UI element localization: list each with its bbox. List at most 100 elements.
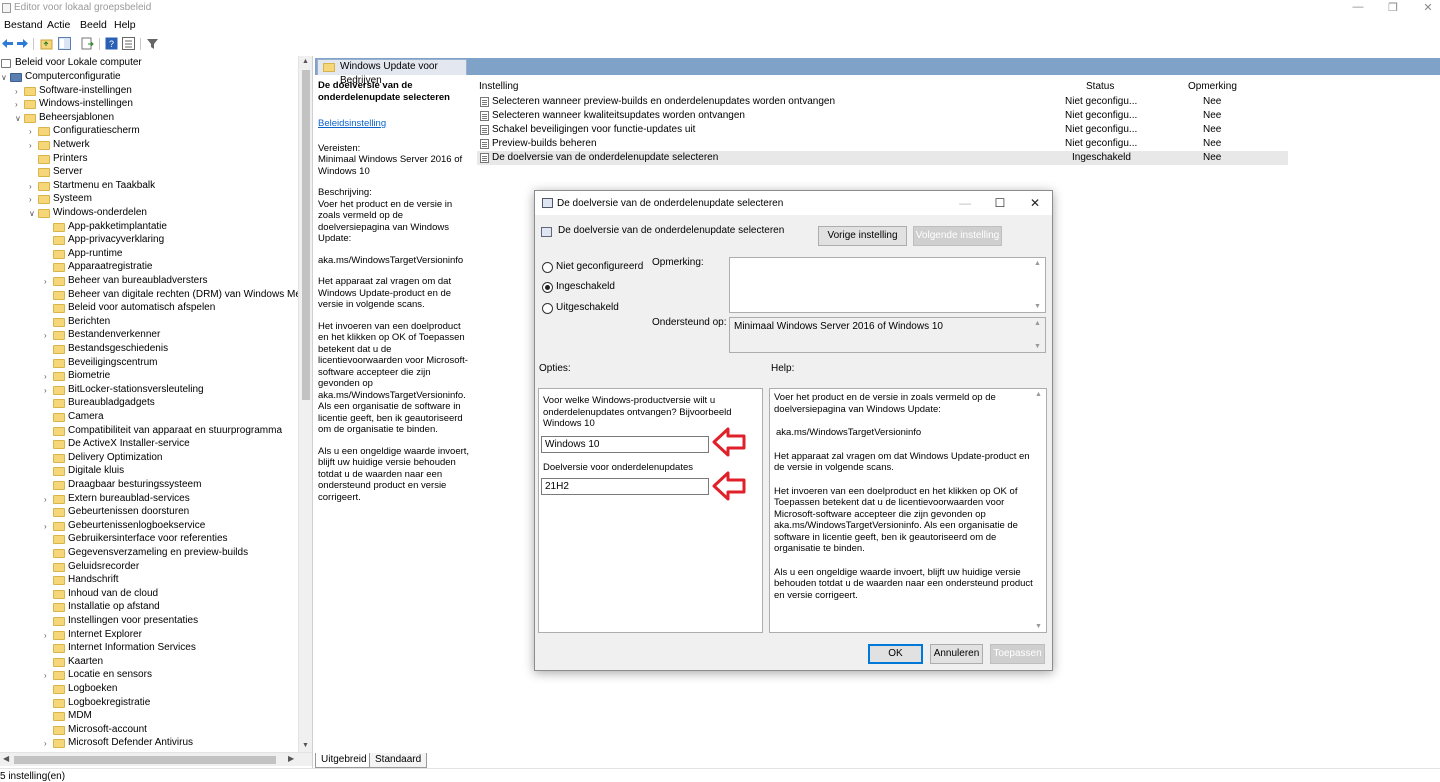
scroll-down-icon[interactable]: ▼ [1035,623,1042,630]
show-tree-icon[interactable] [58,37,71,50]
radio-not-configured-label[interactable]: Niet geconfigureerd [556,261,643,272]
next-setting-button[interactable]: Volgende instelling [913,226,1002,246]
collapse-icon[interactable]: ∨ [29,207,37,220]
tree-item-label: Handschrift [68,574,119,586]
setting-row[interactable]: Schakel beveiligingen voor functie-updat… [477,123,1288,137]
expand-icon[interactable]: › [44,329,52,342]
scroll-down-icon[interactable]: ▼ [1034,303,1041,310]
expand-icon[interactable]: › [44,370,52,383]
tree-item-label: Biometrie [68,370,111,382]
expand-icon[interactable]: › [44,384,52,397]
remark-scrollbar[interactable]: ▲ ▼ [1032,258,1045,312]
column-header-status[interactable]: Status [1086,81,1114,92]
setting-status: Niet geconfigu... [1065,110,1138,121]
product-version-input[interactable]: Windows 10 [541,436,709,453]
radio-disabled[interactable] [542,303,553,314]
option-question: Voor welke Windows-productversie wilt u … [543,395,732,429]
collapse-icon[interactable]: ∨ [15,112,23,125]
export-list-icon[interactable] [81,37,94,50]
minimize-button[interactable]: — [1351,1,1365,15]
scroll-down-icon[interactable]: ▼ [1034,343,1041,350]
tree-vertical-scrollbar[interactable]: ▲ ▼ [298,56,312,752]
expand-icon[interactable]: › [44,493,52,506]
tree-item-label: Systeem [53,193,92,205]
scroll-left-icon[interactable]: ◀ [3,754,9,763]
setting-row[interactable]: Preview-builds beheren Niet geconfigu...… [477,137,1288,151]
dialog-maximize-button[interactable]: ☐ [991,195,1009,211]
scroll-up-icon[interactable]: ▲ [1034,260,1041,267]
folder-icon [53,372,65,382]
dialog-subtitle: De doelversie van de onderdelenupdate se… [558,225,785,236]
help-icon[interactable]: ? [105,37,118,50]
expand-icon[interactable]: › [29,193,37,206]
description-p1: Het apparaat zal vragen om dat Windows U… [318,276,452,310]
tree-item-label: Internet Information Services [68,642,196,654]
radio-disabled-label[interactable]: Uitgeschakeld [556,302,619,313]
scroll-down-icon[interactable]: ▼ [302,742,309,749]
expand-icon[interactable]: › [44,520,52,533]
setting-row[interactable]: Selecteren wanneer preview-builds en ond… [477,95,1288,109]
menu-actie[interactable]: Actie [47,19,70,31]
menu-beeld[interactable]: Beeld [80,19,107,31]
filter-icon[interactable] [146,37,159,50]
scroll-up-icon[interactable]: ▲ [1035,391,1042,398]
dialog-title-bar[interactable]: De doelversie van de onderdelenupdate se… [535,191,1052,215]
collapse-icon[interactable]: ∨ [1,71,9,84]
supported-scrollbar[interactable]: ▲ ▼ [1032,318,1045,352]
tree-horizontal-scrollbar[interactable]: ◀ ▶ [0,752,312,766]
expand-icon[interactable]: › [44,629,52,642]
folder-up-icon[interactable] [40,37,53,50]
tab-extended[interactable]: Uitgebreid [315,753,373,768]
folder-icon [53,644,65,654]
scroll-right-icon[interactable]: ▶ [288,754,294,763]
previous-setting-button[interactable]: Vorige instelling [818,226,907,246]
setting-row[interactable]: Selecteren wanneer kwaliteitsupdates wor… [477,109,1288,123]
forward-icon[interactable] [16,37,29,50]
setting-remark: Nee [1203,110,1222,121]
policy-setting-link[interactable]: Beleidsinstelling [318,118,470,130]
expand-icon[interactable]: › [15,85,23,98]
scroll-up-icon[interactable]: ▲ [302,58,309,65]
expand-icon[interactable]: › [29,180,37,193]
tree-item-label: Bureaubladgadgets [68,397,155,409]
tree-item-label: App-runtime [68,247,123,259]
expand-icon[interactable]: › [44,737,52,750]
tree-item-label: Printers [53,152,88,164]
apply-button[interactable]: Toepassen [990,644,1045,664]
dialog-close-button[interactable]: ✕ [1026,195,1044,211]
tab-standard[interactable]: Standaard [369,753,428,768]
back-icon[interactable] [1,37,14,50]
close-button[interactable]: ✕ [1421,1,1435,15]
column-header-remark[interactable]: Opmerking [1188,81,1237,92]
dialog-minimize-button[interactable]: — [956,195,974,211]
expand-icon[interactable]: › [15,98,23,111]
expand-icon[interactable]: › [44,669,52,682]
radio-not-configured[interactable] [542,262,553,273]
description-p2: Het invoeren van een doelproduct en het … [318,320,468,436]
tree-item-label: Draagbaar besturingssysteem [68,479,202,490]
menu-help[interactable]: Help [114,19,136,31]
tree-item-label: Gebeurtenissenlogboekservice [68,519,206,531]
expand-icon[interactable]: › [44,275,52,288]
radio-enabled[interactable] [542,282,553,293]
pane-divider[interactable] [312,56,313,768]
scroll-up-icon[interactable]: ▲ [1034,320,1041,327]
target-version-input[interactable]: 21H2 [541,478,709,495]
remark-textarea[interactable]: ▲ ▼ [729,257,1046,313]
folder-icon [53,508,65,518]
tree-hscroll-thumb[interactable] [14,756,276,764]
expand-icon[interactable]: › [29,125,37,138]
properties-icon[interactable] [122,37,135,50]
cancel-button[interactable]: Annuleren [930,644,983,664]
column-header-setting[interactable]: Instelling [479,81,518,92]
maximize-button[interactable]: ❐ [1386,1,1400,15]
ok-button[interactable]: OK [868,644,923,664]
radio-enabled-label[interactable]: Ingeschakeld [556,281,615,292]
expand-icon[interactable]: › [29,139,37,152]
help-scrollbar[interactable]: ▲ ▼ [1033,389,1046,632]
menu-bestand[interactable]: Bestand [4,19,43,31]
setting-row-selected[interactable]: De doelversie van de onderdelenupdate se… [477,151,1288,165]
setting-name: Selecteren wanneer kwaliteitsupdates wor… [492,110,745,121]
tree-scroll-thumb[interactable] [302,70,310,400]
tree-item-label: Gebeurtenissen doorsturen [68,506,190,518]
